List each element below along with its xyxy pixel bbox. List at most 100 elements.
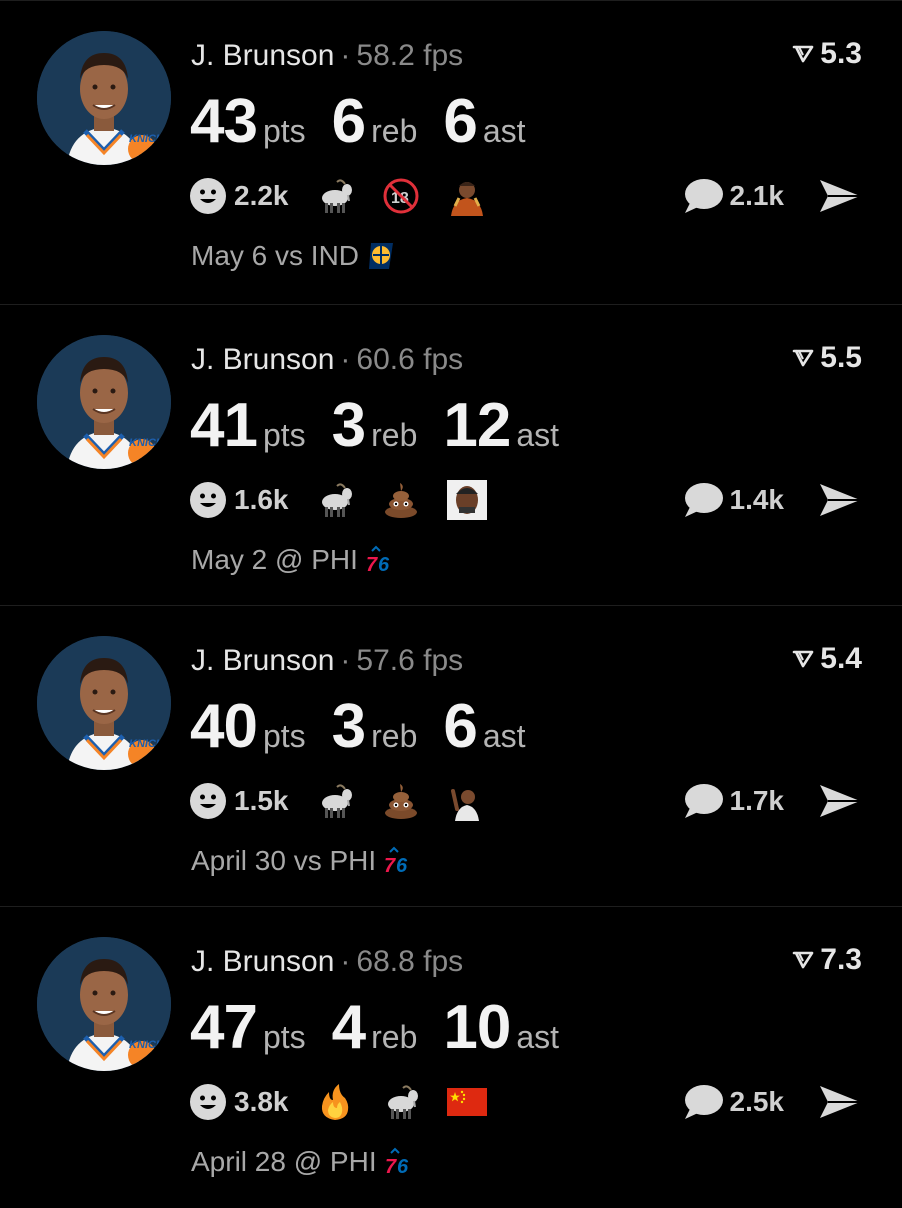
game-label: May 2 @ PHI [191, 544, 358, 575]
rating-icon [792, 349, 814, 367]
comment-icon[interactable] [682, 1083, 724, 1121]
comments-count: 2.1k [729, 180, 785, 211]
points-unit: pts [262, 718, 306, 754]
game-info[interactable]: May 2 @ PHI 76 [191, 543, 398, 577]
china-flag-icon[interactable] [446, 1082, 487, 1122]
comment-icon[interactable] [682, 782, 724, 820]
reactions-bar[interactable]: 1.6k [190, 480, 487, 520]
player-avatar[interactable]: KNICKS [37, 335, 171, 469]
player-avatar[interactable]: KNICKS [37, 31, 171, 165]
points-unit: pts [262, 1019, 306, 1055]
rating-score[interactable]: 5.5 [792, 341, 862, 375]
rebounds-value: 4 [331, 993, 366, 1062]
poop-icon[interactable] [381, 480, 421, 520]
post-card[interactable]: KNICKS J. Brunson · 60.6 fps 5.5 41 pts 3 re… [0, 304, 902, 606]
rating-icon [792, 951, 814, 969]
player-name[interactable]: J. Brunson [191, 945, 334, 978]
svg-text:7: 7 [384, 855, 396, 877]
separator-dot: · [340, 343, 351, 376]
stat-line: 43 pts 6 reb 6 ast [190, 86, 552, 157]
76ers-logo-icon: 76 [382, 844, 416, 878]
goat-icon[interactable] [315, 781, 355, 821]
assists-value: 6 [443, 87, 477, 156]
player-reaction-icon[interactable] [447, 176, 487, 216]
no-18-icon[interactable]: 18 [381, 176, 421, 216]
player-celebrate-icon[interactable] [447, 781, 487, 821]
post-header: J. Brunson · 58.2 fps [191, 39, 463, 73]
send-icon[interactable] [818, 482, 862, 518]
comment-icon[interactable] [682, 481, 724, 519]
svg-text:KNICKS: KNICKS [129, 133, 171, 145]
smile-reaction-icon[interactable] [190, 482, 226, 518]
comments-count: 1.4k [729, 484, 785, 515]
rebounds-value: 3 [331, 692, 366, 761]
rebounds-unit: reb [371, 113, 418, 149]
svg-text:KNICKS: KNICKS [129, 1039, 171, 1051]
76ers-logo-icon: 76 [364, 543, 398, 577]
separator-dot: · [340, 644, 351, 677]
points-value: 41 [190, 391, 258, 460]
game-label: May 6 vs IND [191, 240, 360, 271]
rebounds-unit: reb [371, 1019, 418, 1055]
post-header: J. Brunson · 68.8 fps [191, 945, 463, 979]
76ers-logo-icon: 76 [383, 1145, 417, 1179]
post-card[interactable]: KNICKS J. Brunson · 57.6 fps 5.4 40 pts 3 re… [0, 605, 902, 907]
reactions-bar[interactable]: 2.2k 18 [190, 176, 487, 216]
stat-line: 47 pts 4 reb 10 ast [190, 992, 585, 1063]
points-value: 43 [190, 87, 258, 156]
game-info[interactable]: May 6 vs IND [191, 239, 399, 273]
post-card[interactable]: KNICKS J. Brunson · 58.2 fps 5.3 43 pts 6 re… [0, 0, 902, 302]
comments-count: 2.5k [729, 1086, 785, 1117]
rating-icon [792, 650, 814, 668]
points-value: 40 [190, 692, 258, 761]
points-value: 47 [190, 993, 258, 1062]
comments-area: 1.7k [682, 781, 863, 821]
svg-text:6: 6 [397, 1156, 409, 1178]
goat-icon[interactable] [315, 480, 355, 520]
svg-text:18: 18 [391, 190, 409, 207]
poop-icon[interactable] [381, 781, 421, 821]
player-name[interactable]: J. Brunson [191, 644, 334, 677]
smile-reaction-icon[interactable] [190, 178, 226, 214]
post-card[interactable]: KNICKS J. Brunson · 68.8 fps 7.3 47 pts 4 re… [0, 906, 902, 1208]
reactions-bar[interactable]: 1.5k [190, 781, 487, 821]
rating-score[interactable]: 7.3 [792, 943, 862, 977]
comments-area: 2.5k [682, 1082, 863, 1122]
fantasy-points: 68.8 fps [356, 945, 464, 978]
fire-icon[interactable] [315, 1082, 355, 1122]
assists-unit: ast [482, 113, 526, 149]
game-info[interactable]: April 30 vs PHI 76 [191, 844, 416, 878]
reactions-count: 1.6k [234, 484, 289, 515]
rating-value: 5.5 [820, 341, 862, 374]
assists-value: 10 [443, 993, 511, 1062]
rebounds-value: 6 [331, 87, 366, 156]
player-avatar[interactable]: KNICKS [37, 937, 171, 1071]
rebounds-unit: reb [371, 417, 418, 453]
rating-score[interactable]: 5.4 [792, 642, 862, 676]
player-face-icon[interactable] [446, 480, 487, 520]
player-avatar[interactable]: KNICKS [37, 636, 171, 770]
rating-icon [792, 45, 814, 63]
svg-text:KNICKS: KNICKS [129, 437, 171, 449]
send-icon[interactable] [818, 178, 862, 214]
game-info[interactable]: April 28 @ PHI 76 [191, 1145, 417, 1179]
comments-area: 1.4k [682, 480, 863, 520]
svg-text:7: 7 [385, 1156, 397, 1178]
goat-icon[interactable] [381, 1082, 421, 1122]
smile-reaction-icon[interactable] [190, 783, 226, 819]
post-header: J. Brunson · 57.6 fps [191, 644, 463, 678]
comment-icon[interactable] [682, 177, 724, 215]
send-icon[interactable] [818, 783, 862, 819]
svg-text:KNICKS: KNICKS [129, 738, 171, 750]
comments-area: 2.1k [682, 176, 863, 216]
points-unit: pts [262, 417, 306, 453]
pacers-logo-icon [365, 239, 399, 273]
goat-icon[interactable] [315, 176, 355, 216]
reactions-bar[interactable]: 3.8k [190, 1082, 487, 1122]
reactions-count: 3.8k [234, 1086, 289, 1117]
player-name[interactable]: J. Brunson [191, 39, 334, 72]
rating-score[interactable]: 5.3 [792, 37, 862, 71]
send-icon[interactable] [818, 1084, 862, 1120]
player-name[interactable]: J. Brunson [191, 343, 334, 376]
smile-reaction-icon[interactable] [190, 1084, 226, 1120]
